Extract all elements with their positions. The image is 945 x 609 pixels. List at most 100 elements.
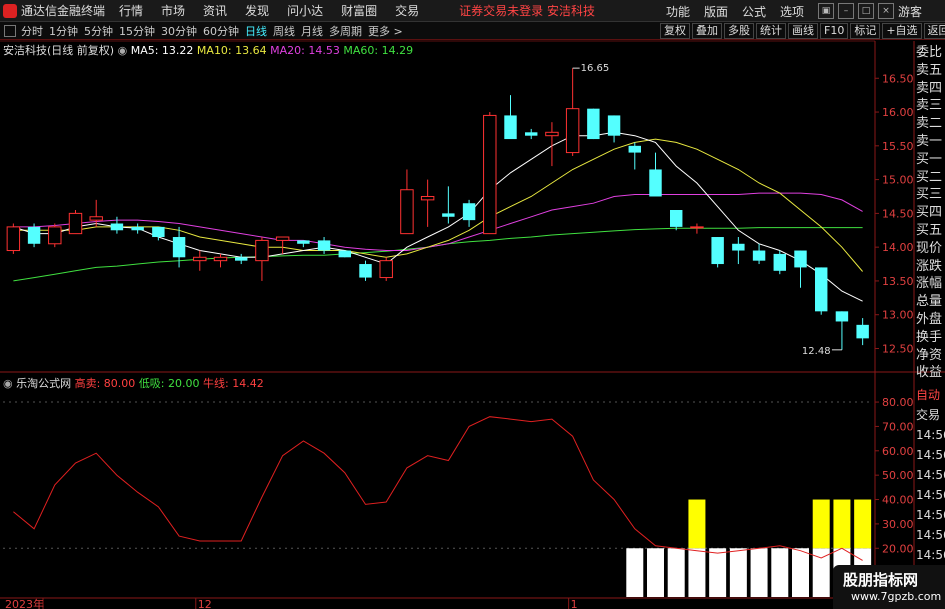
candle-body: [317, 240, 331, 251]
candle-body: [131, 226, 144, 231]
candle-body: [379, 260, 393, 279]
quote-field-label: 现价: [916, 240, 943, 256]
quote-field-label: 买一: [916, 151, 943, 167]
auto-trade-label[interactable]: 交易: [916, 405, 945, 425]
candle-body: [565, 108, 580, 154]
candle-body: [27, 226, 41, 244]
quote-field-label: 买二: [916, 169, 943, 185]
price-tick-label: 14.50: [882, 207, 914, 220]
quote-field-label: 卖三: [916, 98, 943, 114]
candle-body: [752, 250, 766, 261]
low-signal-bar: [771, 548, 789, 597]
price-tick-label: 15.00: [882, 174, 914, 187]
quote-field-label: 换手: [916, 329, 943, 345]
quote-field-label: 涨跌: [916, 258, 943, 274]
candle-body: [815, 267, 828, 312]
candle-body: [338, 250, 351, 258]
low-annotation: 12.48: [802, 346, 831, 357]
high-signal-bar: [688, 499, 706, 549]
candle-body: [275, 236, 290, 241]
candle-body: [400, 189, 414, 235]
price-tick-label: 16.00: [882, 106, 914, 119]
low-signal-bar: [667, 548, 685, 597]
low-signal-bar: [688, 548, 706, 597]
price-tick-label: 12.50: [882, 342, 914, 355]
date-label: 2023年: [5, 597, 44, 609]
trade-time: 14:56: [916, 448, 945, 462]
candle-body: [297, 240, 310, 244]
price-tick-label: 14.00: [882, 241, 914, 254]
quote-field-label: 委比: [916, 45, 943, 60]
quote-field-label: 外盘: [916, 311, 943, 327]
osc-tick-label: 40.00: [882, 494, 914, 507]
candle-body: [255, 239, 269, 262]
price-tick-label: 13.00: [882, 309, 914, 322]
trade-time: 14:56: [916, 488, 945, 502]
quote-field-label: 总量: [916, 294, 943, 310]
candle-body: [504, 115, 517, 140]
watermark-title: 股朋指标网: [843, 571, 919, 589]
high-signal-bar: [854, 499, 872, 549]
quote-field-label: 卖二: [916, 116, 943, 132]
candle-body: [462, 203, 476, 221]
candle-body: [6, 226, 21, 252]
candle-body: [193, 256, 207, 262]
date-label: 1: [571, 598, 578, 609]
candle-body: [711, 237, 724, 265]
price-tick-label: 16.50: [882, 72, 914, 85]
candle-body: [545, 131, 559, 137]
candle-body: [172, 237, 186, 258]
candle-body: [690, 226, 704, 229]
high-signal-bar: [833, 499, 851, 549]
trade-time: 14:56: [916, 528, 945, 542]
quote-field-label: 涨幅: [916, 276, 943, 292]
date-label: 12: [198, 598, 212, 609]
trade-time: 14:56: [916, 468, 945, 482]
candle-body: [835, 311, 849, 322]
candle-body: [649, 169, 662, 197]
candle-body: [773, 253, 786, 271]
quote-field-label: 卖四: [916, 80, 943, 96]
candle-body: [89, 216, 103, 221]
chart-canvas[interactable]: 16.65 12.48 16.50 16.00 15.50 15.00 14.50 14.0…: [0, 0, 945, 609]
candle-body: [235, 257, 248, 261]
quote-field-label: 买四: [916, 205, 943, 221]
trade-time: 14:56: [916, 428, 945, 442]
watermark-url: www.7gpzb.com: [851, 590, 942, 603]
osc-tick-label: 50.00: [882, 469, 914, 482]
auto-trade-label[interactable]: 自动: [916, 385, 945, 405]
ma60-line: [13, 227, 863, 282]
price-tick-label: 13.50: [882, 275, 914, 288]
quote-field-label: 买五: [916, 222, 943, 238]
candle-body: [628, 145, 641, 153]
quote-field-label: 净资: [916, 347, 943, 363]
candle-body: [48, 226, 62, 245]
low-signal-bar: [792, 548, 809, 597]
high-annotation: 16.65: [581, 63, 610, 74]
candle-body: [670, 210, 683, 227]
ma20-line: [13, 192, 863, 251]
candle-body: [483, 114, 497, 235]
quote-field-label: 卖一: [916, 133, 943, 149]
low-signal-bar: [709, 548, 727, 597]
low-signal-bar: [729, 548, 747, 597]
quote-field-label: 收益: [916, 365, 943, 381]
watermark: 股朋指标网 www.7gpzb.com: [833, 565, 945, 609]
low-signal-bar: [647, 548, 664, 597]
quote-field-label: 买三: [916, 187, 943, 203]
candle-body: [68, 212, 83, 235]
ma10-line: [13, 138, 863, 272]
candle-body: [856, 324, 869, 339]
osc-tick-label: 30.00: [882, 518, 914, 531]
candle-body: [587, 108, 600, 140]
candle-body: [420, 195, 435, 201]
oscillator-line: [13, 416, 863, 561]
candle-body: [213, 256, 228, 262]
candle-body: [607, 115, 621, 136]
candle-body: [732, 243, 745, 251]
candle-body: [442, 213, 455, 217]
candle-body: [359, 264, 372, 278]
ma5-line: [13, 131, 863, 302]
low-signal-bar: [750, 548, 768, 597]
trade-time: 14:56: [916, 548, 945, 562]
